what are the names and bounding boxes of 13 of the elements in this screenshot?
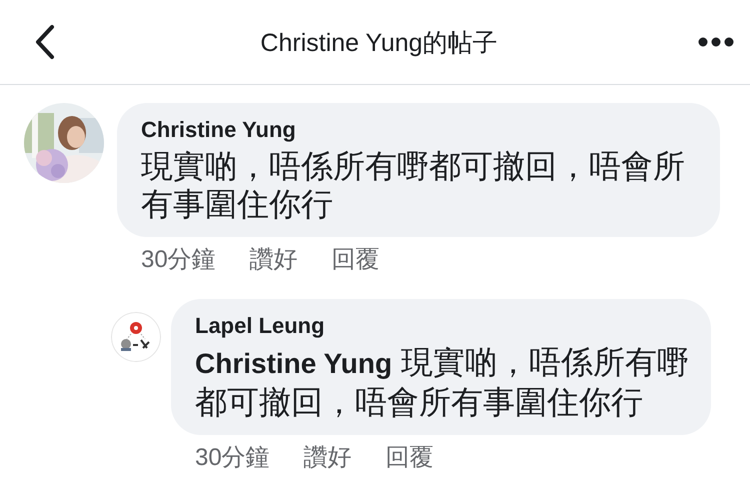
- timestamp: 30分鐘: [141, 245, 216, 275]
- action-link[interactable]: 讚好: [304, 441, 352, 473]
- page-title: Christine Yung的帖子: [260, 28, 498, 58]
- timestamp: 30分鐘: [195, 443, 270, 473]
- emblem-icon: [111, 312, 161, 362]
- more-icon[interactable]: [698, 37, 734, 47]
- comment-text: 現實啲，唔係所有嘢都可撤回，唔會所有事圍住你行: [141, 147, 686, 223]
- action-link[interactable]: 回覆: [386, 441, 434, 473]
- action-link[interactable]: 讚好: [250, 243, 298, 275]
- author-name[interactable]: Christine Yung: [141, 117, 694, 143]
- author-name[interactable]: Lapel Leung: [195, 313, 695, 339]
- action-link[interactable]: 回覆: [332, 243, 380, 275]
- comment-text: Christine Yung 現實啲，唔係所有嘢都可撤回，唔會所有事圍住你行: [195, 343, 690, 421]
